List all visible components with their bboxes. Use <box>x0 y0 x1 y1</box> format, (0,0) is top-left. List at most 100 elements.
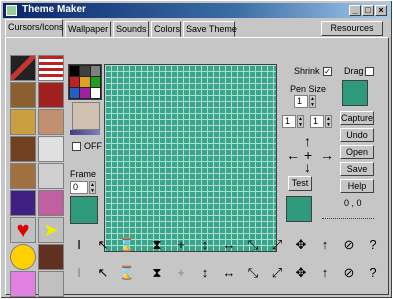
arrow-cursor-icon[interactable]: ↖ <box>94 266 112 280</box>
vertical-resize-icon[interactable]: ↕ <box>196 238 214 252</box>
palette-swatch[interactable] <box>90 77 100 87</box>
offset-y-value[interactable]: 1 <box>310 115 324 128</box>
crosshair-cursor-icon[interactable]: + <box>172 266 190 280</box>
offset-x-value[interactable]: 1 <box>282 115 296 128</box>
vertical-resize-icon[interactable]: ↕ <box>196 266 214 280</box>
hammer-tool-icon[interactable] <box>10 55 36 81</box>
palette-swatch[interactable] <box>90 66 100 76</box>
palette-swatch[interactable] <box>70 77 80 87</box>
up-arrow-cursor-icon[interactable]: ↑ <box>316 238 334 252</box>
capture-button[interactable]: Capture <box>340 111 374 125</box>
cursors-icons-panel: ♥ ➤ OFF Frame 0 ▲ ▼ Shrink ✓ Drag Pen Siz… <box>5 37 389 297</box>
off-checkbox[interactable] <box>72 142 81 151</box>
up-arrow-cursor-icon[interactable]: ↑ <box>316 266 334 280</box>
move-cursor-icon[interactable]: ✥ <box>292 238 310 252</box>
diagonal-resize-nesw-icon[interactable]: ⤢ <box>268 238 286 252</box>
palette-swatch[interactable] <box>70 88 80 98</box>
busy-cursor-icon[interactable] <box>38 271 64 297</box>
pen-size-spinner[interactable]: ▲ ▼ <box>309 95 316 108</box>
hourglass-cursor-icon[interactable]: ⧗ <box>148 238 166 252</box>
pixel-edit-grid[interactable] <box>104 64 277 252</box>
color-bar <box>70 130 100 135</box>
open-button[interactable]: Open <box>340 145 374 159</box>
undo-button[interactable]: Undo <box>340 128 374 142</box>
shrink-checkbox[interactable]: ✓ <box>323 67 332 76</box>
palette-swatch[interactable] <box>80 88 90 98</box>
offset-y-spinner[interactable]: ▲ ▼ <box>325 115 332 128</box>
frame-spinner[interactable]: ▲ ▼ <box>89 181 96 194</box>
pen-size-value[interactable]: 1 <box>294 95 308 108</box>
save-button[interactable]: Save <box>340 162 374 176</box>
painting-icon[interactable] <box>10 163 36 189</box>
offset-x-spinner[interactable]: ▲ ▼ <box>297 115 304 128</box>
mona-lisa-icon[interactable] <box>10 136 36 162</box>
frame-value[interactable]: 0 <box>70 181 88 194</box>
tab-sounds[interactable]: Sounds <box>113 21 149 37</box>
palette-swatch[interactable] <box>70 66 80 76</box>
crosshair-cursor-icon[interactable]: + <box>172 238 190 252</box>
horizontal-resize-icon[interactable]: ↔ <box>220 266 238 280</box>
paint-palette-icon[interactable] <box>72 102 100 130</box>
help-cursor-icon[interactable]: ? <box>364 238 382 252</box>
theme-maker-window: Theme Maker _ □ × Cursors/Icons Wallpape… <box>0 0 393 299</box>
horizontal-resize-icon[interactable]: ↔ <box>220 238 238 252</box>
cat-icon[interactable] <box>10 109 36 135</box>
test-button[interactable]: Test <box>288 176 312 191</box>
portrait-icon[interactable] <box>38 109 64 135</box>
pen-size-label: Pen Size <box>290 84 327 94</box>
rose-icon[interactable] <box>38 82 64 108</box>
resize-arrow-icon[interactable] <box>10 271 36 297</box>
resources-button[interactable]: Resources <box>321 21 383 36</box>
pencil-icon[interactable] <box>10 190 36 216</box>
palette-swatch[interactable] <box>80 66 90 76</box>
minimize-button[interactable]: _ <box>349 5 361 16</box>
heart-icon[interactable]: ♥ <box>10 217 36 243</box>
frame-preview <box>70 196 98 224</box>
shift-down-icon[interactable]: ↓ <box>304 160 311 174</box>
arrow-hourglass-cursor-icon[interactable]: ⌛ <box>118 266 136 280</box>
diagonal-resize-nwse-icon[interactable]: ⤡ <box>244 238 262 252</box>
palette-swatch[interactable] <box>80 77 90 87</box>
tab-colors[interactable]: Colors <box>151 21 181 37</box>
diagonal-resize-nesw-icon[interactable]: ⤢ <box>268 266 286 280</box>
shift-up-icon[interactable]: ↑ <box>304 134 311 148</box>
arrow-hourglass-cursor-icon[interactable]: ⌛ <box>118 238 136 252</box>
position-readout: 0 , 0 <box>344 198 362 208</box>
guitar-icon[interactable] <box>38 136 64 162</box>
window-title: Theme Maker <box>22 4 86 15</box>
frame-label: Frame <box>70 169 97 179</box>
shift-right-icon[interactable]: → <box>320 148 334 162</box>
tab-wallpaper[interactable]: Wallpaper <box>65 21 111 37</box>
arrow-cursor-icon[interactable]: ↖ <box>94 238 112 252</box>
smiley-icon[interactable] <box>10 244 36 270</box>
hourglass-cursor-icon[interactable]: ⧗ <box>148 266 166 280</box>
shift-left-icon[interactable]: ← <box>286 148 300 162</box>
maximize-button[interactable]: □ <box>362 5 374 16</box>
no-cursor-icon[interactable]: ⊘ <box>340 238 358 252</box>
move-cursor-icon[interactable]: ✥ <box>292 266 310 280</box>
test-preview <box>286 196 312 222</box>
drag-checkbox[interactable] <box>365 67 374 76</box>
text-cursor-icon[interactable]: I <box>70 266 88 280</box>
arrow-cursor-icon[interactable]: ➤ <box>38 217 64 243</box>
color-palette[interactable] <box>68 64 102 100</box>
palette-swatch[interactable] <box>90 88 100 98</box>
hotspot-ruler <box>322 214 374 219</box>
pointer-icon[interactable] <box>38 190 64 216</box>
shrink-label: Shrink <box>294 66 320 76</box>
flag-icon[interactable] <box>38 55 64 81</box>
tab-cursors-icons[interactable]: Cursors/Icons <box>5 19 64 37</box>
diagonal-resize-nwse-icon[interactable]: ⤡ <box>244 266 262 280</box>
close-button[interactable]: × <box>375 5 387 16</box>
cursor-preview <box>342 80 368 106</box>
monkey-icon[interactable] <box>10 82 36 108</box>
help-cursor-icon[interactable]: ? <box>364 266 382 280</box>
hourglass-icon[interactable] <box>38 244 64 270</box>
help-button[interactable]: Help <box>340 179 374 193</box>
title-bar: Theme Maker _ □ × <box>3 3 390 18</box>
sand-timer-icon[interactable] <box>38 163 64 189</box>
tab-save-theme[interactable]: Save Theme <box>183 21 237 37</box>
drag-label: Drag <box>344 66 364 76</box>
no-cursor-icon[interactable]: ⊘ <box>340 266 358 280</box>
text-cursor-icon[interactable]: I <box>70 238 88 252</box>
